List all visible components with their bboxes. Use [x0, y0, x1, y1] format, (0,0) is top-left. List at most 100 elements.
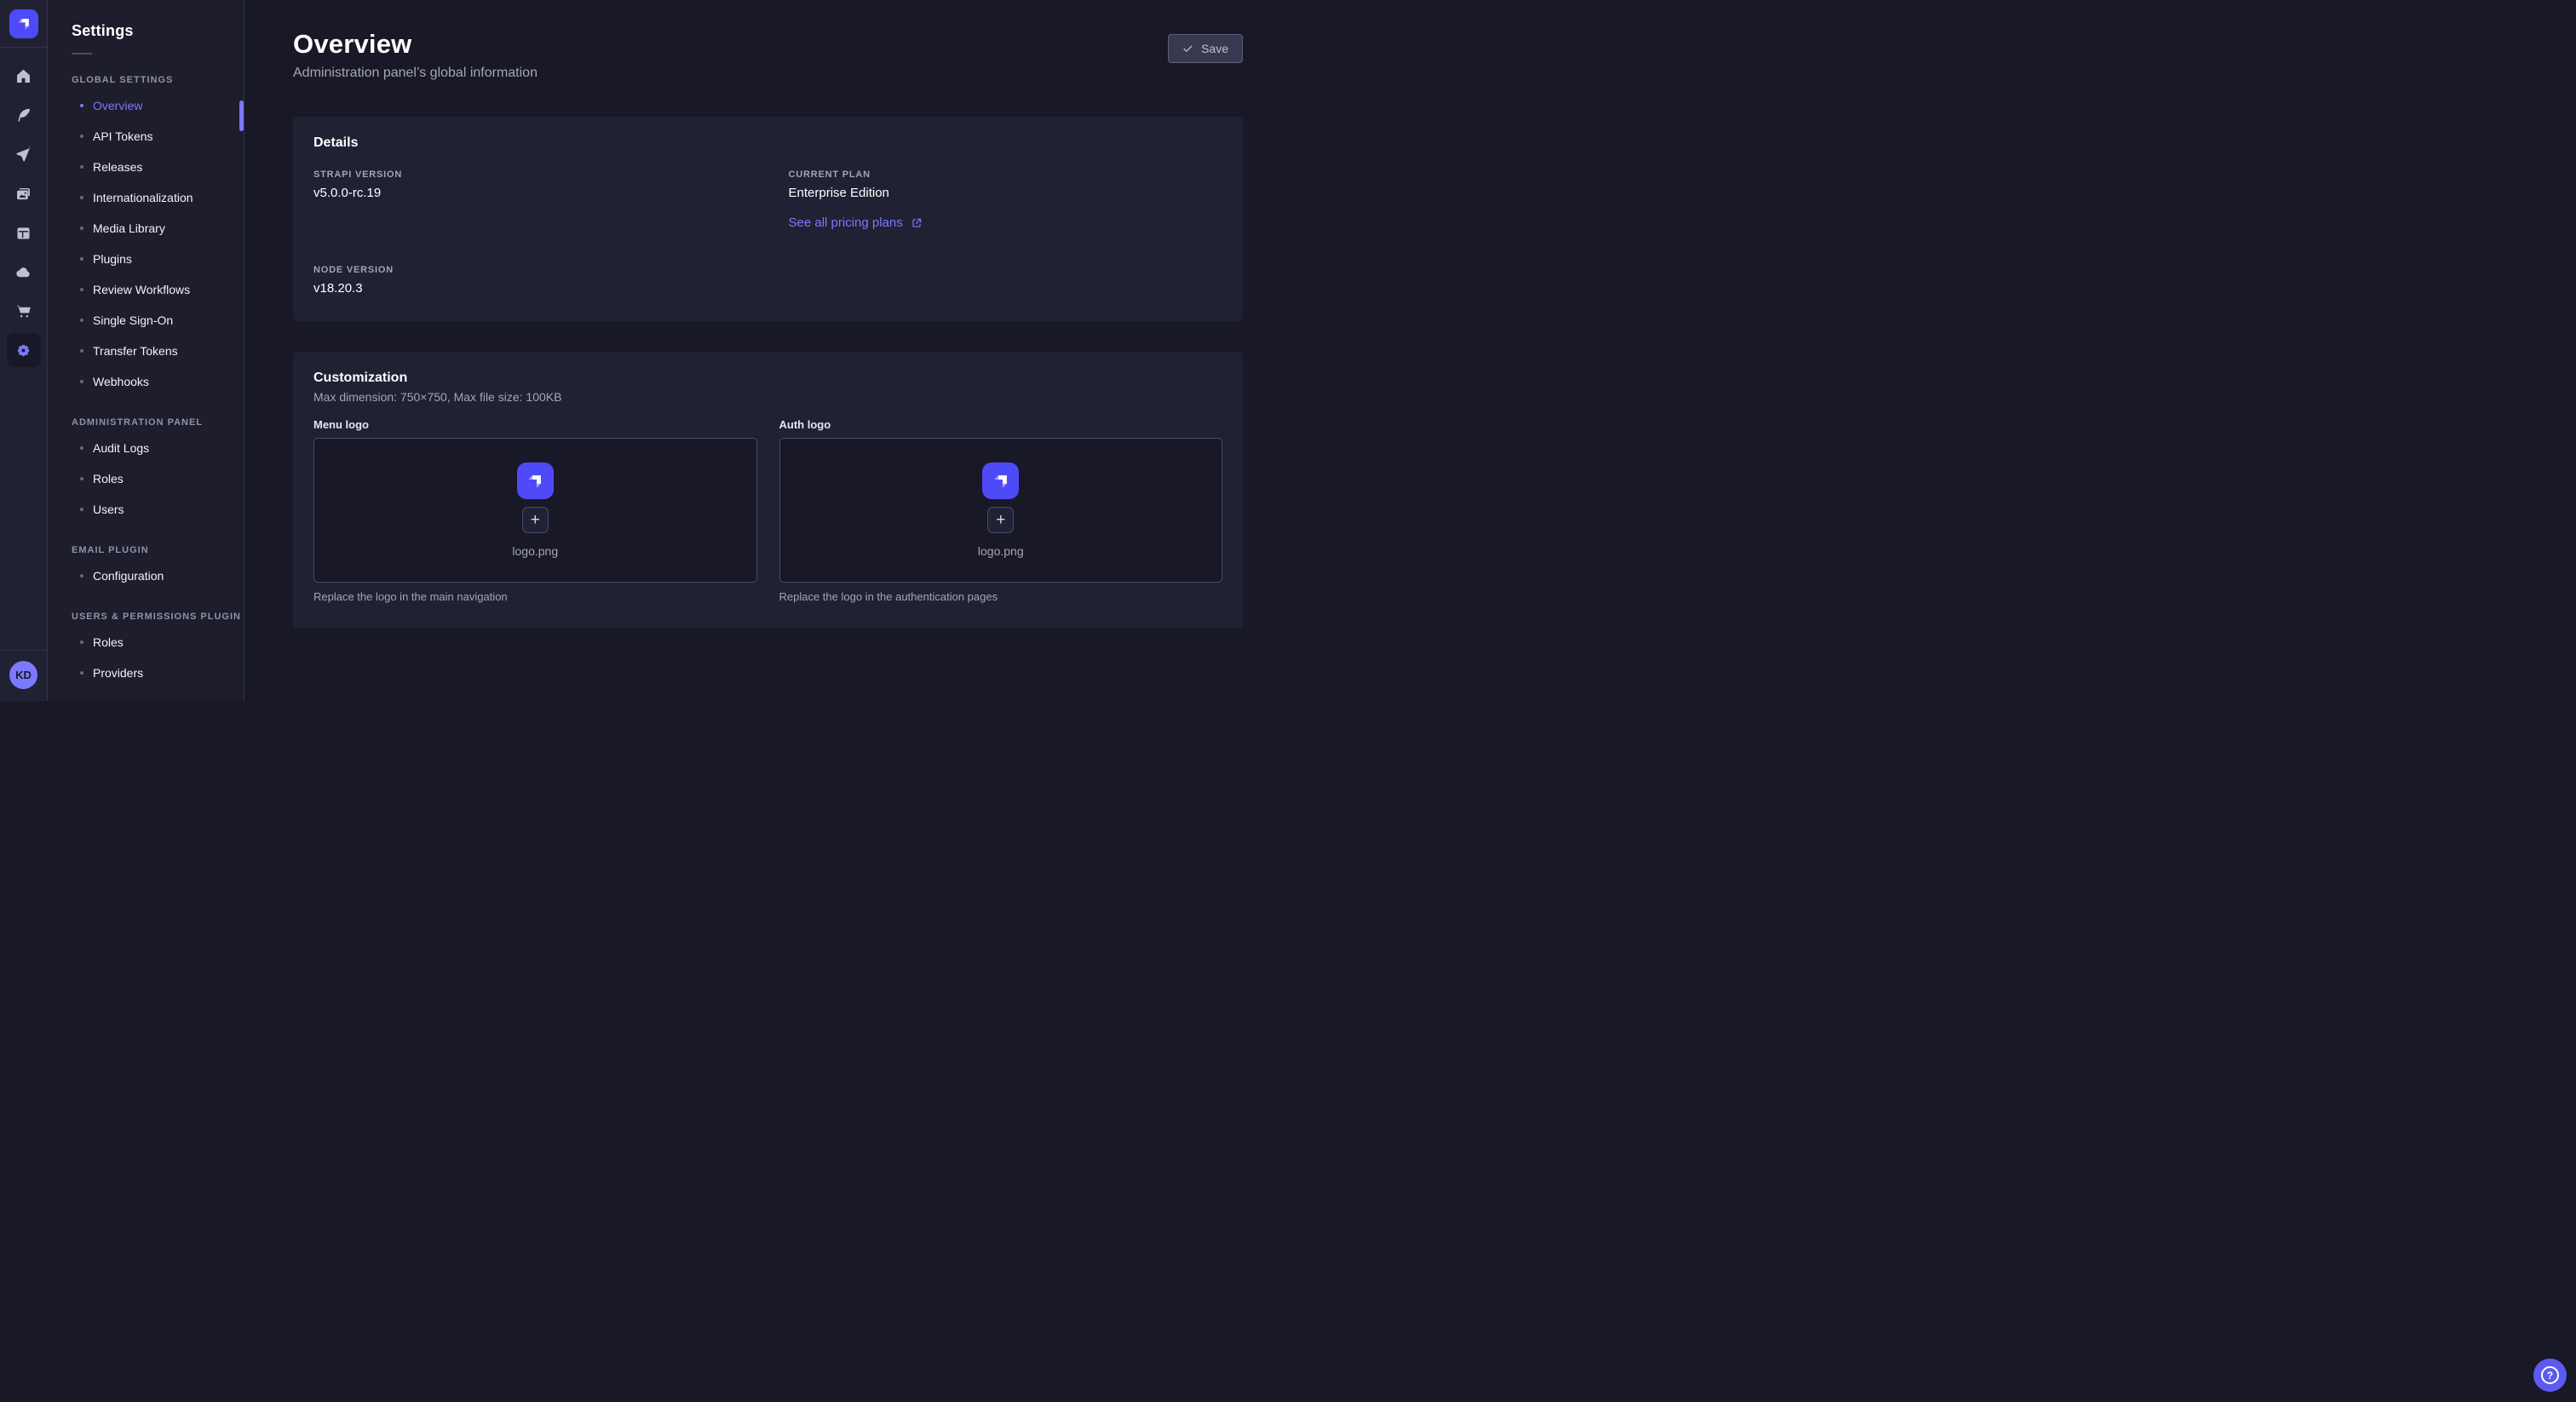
main-content: Overview Administration panel’s global i… — [244, 0, 1288, 701]
bullet-icon — [80, 319, 83, 322]
section-title: EMAIL PLUGIN — [72, 545, 244, 555]
subnav-title: Settings — [72, 22, 244, 40]
logo-upload-box: + logo.png — [313, 438, 757, 583]
settings-nav-item[interactable]: Media Library — [48, 213, 244, 244]
settings-nav-item[interactable]: Webhooks — [48, 366, 244, 397]
nav-item-label: Providers — [93, 666, 143, 680]
bullet-icon — [80, 257, 83, 261]
customization-constraints: Max dimension: 750×750, Max file size: 1… — [313, 390, 1222, 404]
settings-nav-item[interactable]: Internationalization — [48, 182, 244, 213]
settings-nav-item[interactable]: Configuration — [48, 560, 244, 591]
field-strapi-version: STRAPI VERSION v5.0.0-rc.19 — [313, 170, 748, 231]
section-users-permissions-plugin: USERS & PERMISSIONS PLUGIN Roles Provide… — [48, 612, 244, 688]
bullet-icon — [80, 477, 83, 480]
logo-upload-label: Menu logo — [313, 418, 757, 431]
settings-nav-item[interactable]: Roles — [48, 463, 244, 494]
logo-upload-box: + logo.png — [779, 438, 1223, 583]
save-button[interactable]: Save — [1168, 34, 1243, 63]
media-icon[interactable] — [7, 176, 41, 210]
strapi-logo-icon — [524, 470, 546, 492]
settings-icon[interactable] — [7, 333, 41, 367]
pricing-plans-link-label: See all pricing plans — [789, 215, 903, 230]
settings-nav-item[interactable]: Releases — [48, 152, 244, 182]
pricing-plans-link[interactable]: See all pricing plans — [789, 215, 923, 230]
nav-item-label: Internationalization — [93, 191, 193, 204]
nav-item-label: Media Library — [93, 221, 165, 235]
section-title: GLOBAL SETTINGS — [72, 75, 244, 85]
nav-item-label: Review Workflows — [93, 283, 190, 296]
nav-item-label: Plugins — [93, 252, 132, 266]
section-administration-panel: ADMINISTRATION PANEL Audit Logs Roles Us… — [48, 417, 244, 525]
logo-preview — [982, 463, 1019, 499]
feather-icon[interactable] — [7, 98, 41, 132]
cloud-icon[interactable] — [7, 255, 41, 289]
send-icon[interactable] — [7, 137, 41, 171]
settings-nav-item[interactable]: Providers — [48, 658, 244, 688]
field-label: STRAPI VERSION — [313, 170, 748, 180]
layout-icon[interactable] — [7, 215, 41, 250]
bullet-icon — [80, 446, 83, 450]
nav-item-label: Webhooks — [93, 375, 149, 388]
subnav-scrollbar-thumb[interactable] — [239, 101, 244, 131]
save-button-label: Save — [1201, 42, 1228, 55]
plus-icon: + — [531, 512, 540, 528]
page-header-text: Overview Administration panel’s global i… — [293, 29, 538, 81]
field-value: v5.0.0-rc.19 — [313, 186, 748, 200]
add-logo-button[interactable]: + — [522, 507, 549, 533]
bullet-icon — [80, 574, 83, 577]
logo-upload-helper: Replace the logo in the main navigation — [313, 590, 757, 603]
help-icon: ? — [2541, 1366, 2559, 1384]
help-glyph: ? — [2547, 1370, 2553, 1382]
strapi-logo-icon — [14, 14, 33, 33]
cart-icon[interactable] — [7, 294, 41, 328]
settings-nav-item[interactable]: Single Sign-On — [48, 305, 244, 336]
avatar[interactable]: KD — [9, 661, 37, 689]
section-title: USERS & PERMISSIONS PLUGIN — [72, 612, 244, 622]
field-label: CURRENT PLAN — [789, 170, 1223, 180]
home-icon[interactable] — [7, 59, 41, 93]
bullet-icon — [80, 135, 83, 138]
settings-nav-item[interactable]: Roles — [48, 627, 244, 658]
add-logo-button[interactable]: + — [987, 507, 1014, 533]
details-heading: Details — [313, 135, 1222, 151]
settings-nav-item[interactable]: Audit Logs — [48, 433, 244, 463]
check-icon — [1182, 43, 1193, 55]
subnav-divider — [72, 53, 92, 55]
section-title: ADMINISTRATION PANEL — [72, 417, 244, 428]
strapi-logo[interactable] — [9, 9, 38, 38]
logo-preview — [517, 463, 554, 499]
logo-upload-label: Auth logo — [779, 418, 1223, 431]
nav-item-label: Audit Logs — [93, 441, 149, 455]
bullet-icon — [80, 165, 83, 169]
bullet-icon — [80, 288, 83, 291]
settings-nav-item[interactable]: Users — [48, 494, 244, 525]
nav-item-label: Transfer Tokens — [93, 344, 178, 358]
settings-subnav: Settings GLOBAL SETTINGS Overview API To… — [48, 0, 244, 701]
bullet-icon — [80, 349, 83, 353]
field-current-plan: CURRENT PLAN Enterprise Edition See all … — [789, 170, 1223, 231]
customization-heading: Customization — [313, 371, 1222, 386]
logo-upload-helper: Replace the logo in the authentication p… — [779, 590, 1223, 603]
nav-item-label: Roles — [93, 635, 124, 649]
avatar-initials: KD — [15, 669, 32, 681]
settings-nav-item[interactable]: Review Workflows — [48, 274, 244, 305]
section-email-plugin: EMAIL PLUGIN Configuration — [48, 545, 244, 591]
details-grid-spacer — [789, 265, 1223, 296]
settings-nav-item[interactable]: Overview — [48, 90, 244, 121]
external-link-icon — [911, 217, 923, 229]
settings-nav-item[interactable]: API Tokens — [48, 121, 244, 152]
section-items: Overview API Tokens Releases Internation… — [48, 90, 244, 397]
page-header: Overview Administration panel’s global i… — [293, 29, 1243, 81]
bullet-icon — [80, 104, 83, 107]
nav-item-label: Single Sign-On — [93, 313, 173, 327]
main-nav-rail: KD — [0, 0, 48, 701]
section-items: Configuration — [48, 560, 244, 591]
section-global-settings: GLOBAL SETTINGS Overview API Tokens Rele… — [48, 75, 244, 397]
field-value: v18.20.3 — [313, 281, 748, 296]
settings-nav-item[interactable]: Plugins — [48, 244, 244, 274]
help-button[interactable]: ? — [2533, 1359, 2567, 1392]
bullet-icon — [80, 671, 83, 675]
settings-nav-item[interactable]: Transfer Tokens — [48, 336, 244, 366]
page-subtitle: Administration panel’s global informatio… — [293, 66, 538, 81]
nav-item-label: Roles — [93, 472, 124, 486]
